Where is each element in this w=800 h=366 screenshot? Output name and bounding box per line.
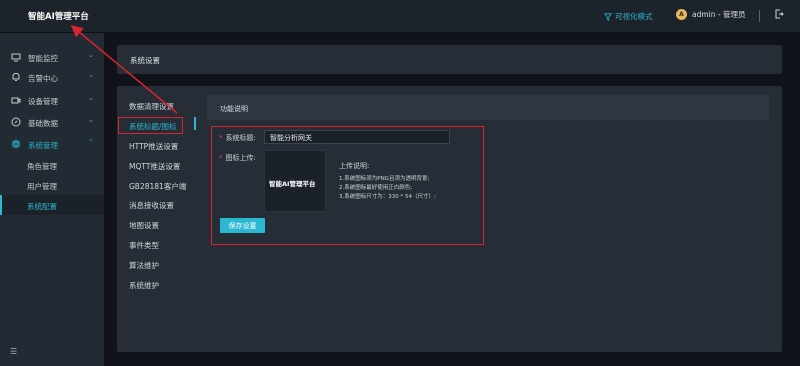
annotation-arrow (70, 25, 178, 114)
